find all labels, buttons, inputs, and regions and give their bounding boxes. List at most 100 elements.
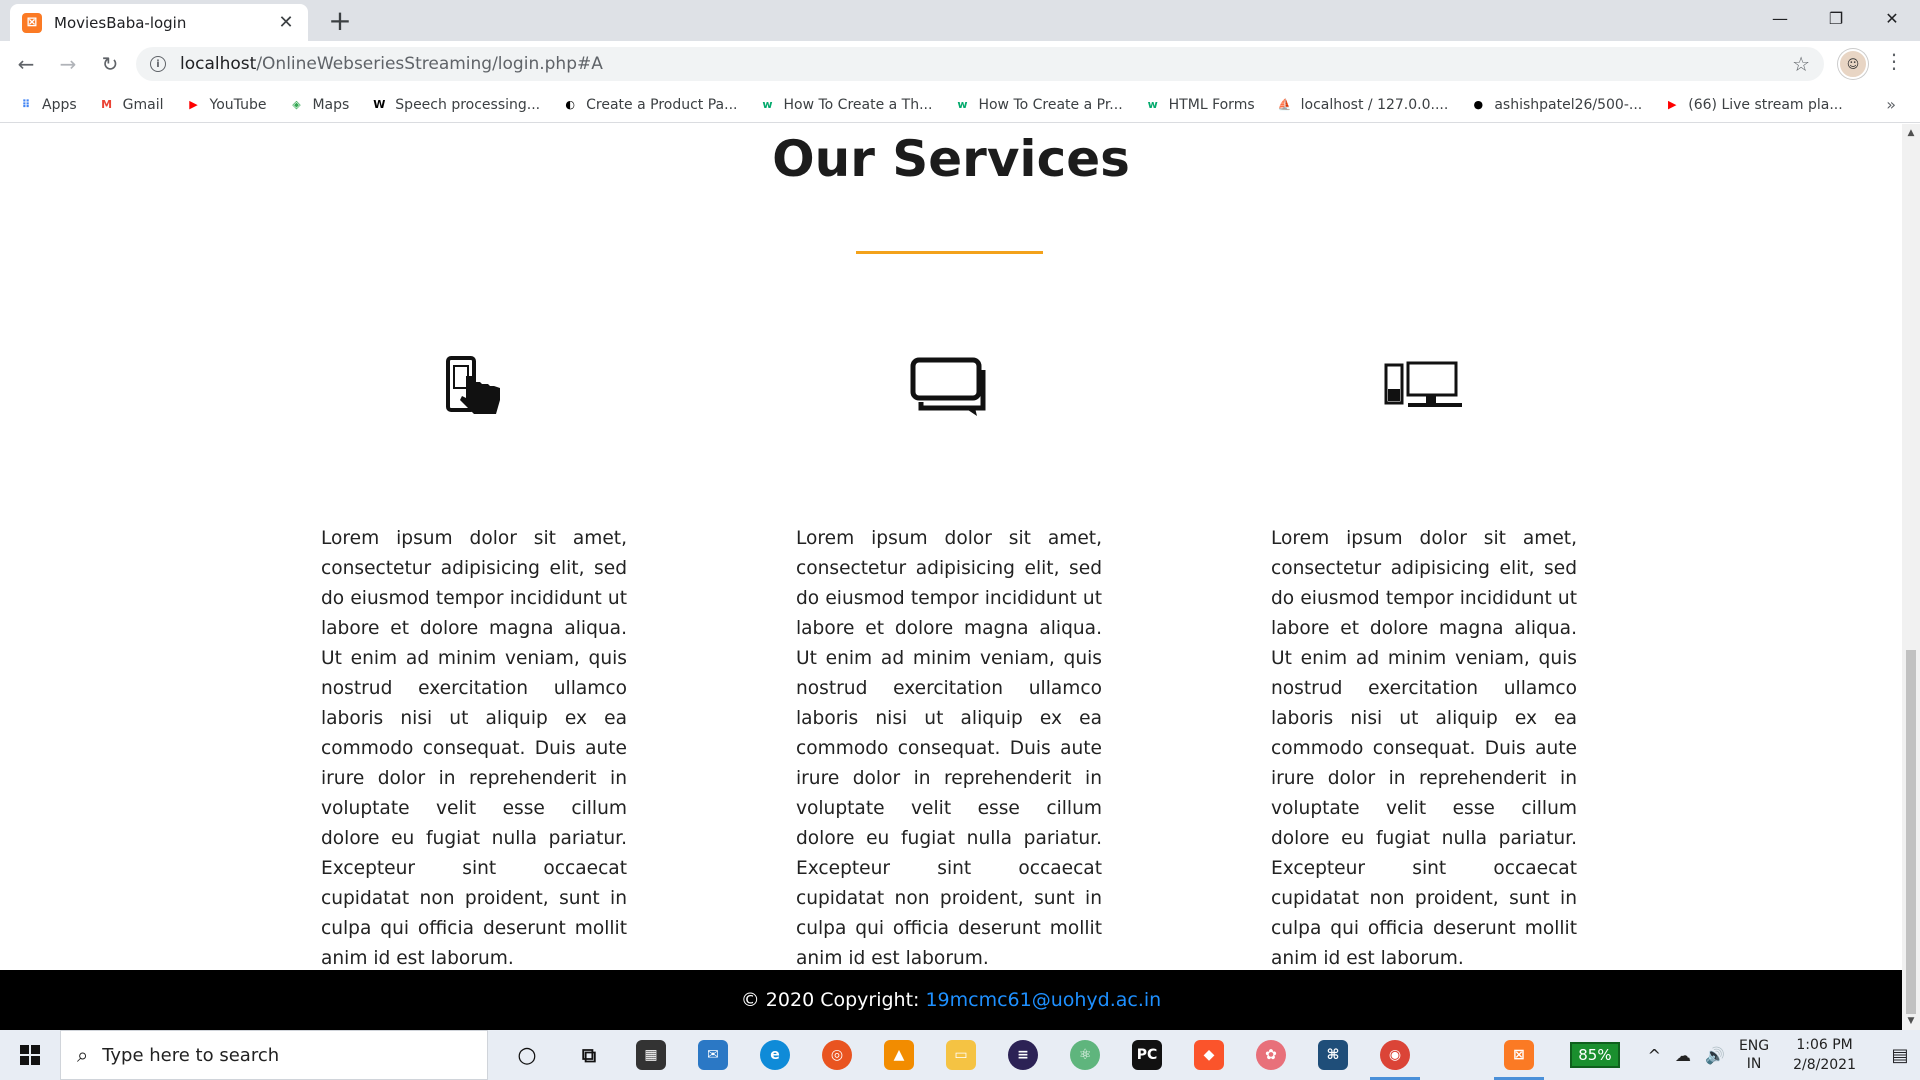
cortana-icon[interactable]: ○ — [496, 1030, 558, 1080]
chevron-up-icon[interactable]: ^ — [1648, 1046, 1661, 1065]
service-card: Lorem ipsum dolor sit amet, consectetur … — [1271, 354, 1577, 974]
clock-time: 1:06 PM — [1796, 1037, 1853, 1053]
scroll-up-icon[interactable]: ▲ — [1902, 126, 1920, 140]
bookmark-item[interactable]: ⛵ localhost / 127.0.0.... — [1277, 97, 1449, 113]
bookmark-item[interactable]: w HTML Forms — [1145, 97, 1255, 113]
bookmark-item[interactable]: ◈ Maps — [288, 97, 349, 113]
bookmark-label: Create a Product Pa... — [586, 96, 738, 113]
browser-toolbar: ← → ↻ i localhost/OnlineWebseriesStreami… — [0, 41, 1920, 87]
title-underline — [856, 251, 1043, 254]
bookmark-item[interactable]: w How To Create a Th... — [759, 97, 932, 113]
wikipedia-icon: W — [373, 98, 386, 111]
profile-avatar[interactable]: ☺ — [1838, 49, 1868, 79]
phpmyadmin-icon: ⛵ — [1277, 98, 1292, 111]
clock[interactable]: 1:06 PM 2/8/2021 — [1793, 1035, 1856, 1075]
bookmark-item[interactable]: ● ashishpatel26/500-... — [1470, 97, 1643, 113]
reload-button[interactable]: ↻ — [94, 48, 126, 80]
task-view-icon[interactable]: ⧉ — [558, 1030, 620, 1080]
bookmark-label: Apps — [42, 96, 77, 113]
atom-icon[interactable]: ⚛ — [1054, 1030, 1116, 1080]
bookmark-item[interactable]: ▶ (66) Live stream pla... — [1664, 97, 1843, 113]
edge-icon[interactable]: e — [744, 1030, 806, 1080]
bookmarks-overflow-icon[interactable]: » — [1886, 95, 1896, 114]
bookmark-label: localhost / 127.0.0.... — [1300, 96, 1449, 113]
site-info-icon[interactable]: i — [150, 56, 166, 72]
xampp-icon: ⊠ — [22, 12, 42, 33]
back-button[interactable]: ← — [10, 48, 42, 80]
mail-icon[interactable]: ✉ — [682, 1030, 744, 1080]
xampp-taskbar-icon[interactable]: ⊠ — [1488, 1030, 1550, 1080]
codepen-icon: ◐ — [565, 98, 575, 111]
address-bar[interactable]: i localhost/OnlineWebseriesStreaming/log… — [136, 47, 1824, 81]
taskbar-apps: ○ ⧉ ▦ ✉ e ◎ ▲ ▭ ≡ ⚛ PC ◆ ✿ ⌘ ◉ ⊠ — [496, 1030, 1550, 1080]
volume-icon[interactable]: 🔊 — [1705, 1046, 1725, 1065]
bookmark-label: How To Create a Th... — [783, 96, 933, 113]
taskbar-search[interactable]: ⌕ Type here to search — [60, 1030, 488, 1080]
ubuntu-icon[interactable]: ◎ — [806, 1030, 868, 1080]
service-card: Lorem ipsum dolor sit amet, consectetur … — [321, 354, 627, 974]
bookmarks-bar: ⠿ Apps M Gmail ▶ YouTube ◈ Maps W Speech processi… — [0, 87, 1920, 123]
bookmark-label: How To Create a Pr... — [978, 96, 1123, 113]
search-placeholder: Type here to search — [102, 1044, 280, 1066]
bookmark-label: YouTube — [209, 96, 267, 113]
battery-indicator[interactable]: 85% — [1570, 1042, 1620, 1068]
service-card: Lorem ipsum dolor sit amet, consectetur … — [796, 354, 1102, 974]
chat-bubbles-icon — [796, 354, 1102, 420]
tab-strip: ⊠ MoviesBaba-login ✕ + — ❐ ✕ — [0, 0, 1920, 41]
minimize-button[interactable]: — — [1752, 0, 1808, 36]
bookmark-item[interactable]: W Speech processing... — [371, 97, 540, 113]
bookmark-item[interactable]: ▶ YouTube — [186, 96, 267, 113]
youtube-icon: ▶ — [189, 98, 198, 111]
new-tab-button[interactable]: + — [325, 6, 355, 36]
notifications-icon[interactable]: ▤ — [1880, 1030, 1920, 1080]
tab-title: MoviesBaba-login — [54, 13, 187, 32]
onedrive-icon[interactable]: ☁ — [1675, 1046, 1691, 1065]
store-icon[interactable]: ▦ — [620, 1030, 682, 1080]
system-tray: 85% ^ ☁ 🔊 ENG IN 1:06 PM 2/8/2021 ▤ — [1570, 1030, 1920, 1080]
restore-button[interactable]: ❐ — [1808, 0, 1864, 36]
clock-date: 2/8/2021 — [1793, 1057, 1856, 1073]
file-explorer-icon[interactable]: ▭ — [930, 1030, 992, 1080]
bookmark-item[interactable]: ⠿ Apps — [18, 97, 77, 113]
lang-line2: IN — [1746, 1056, 1762, 1072]
youtube-icon: ▶ — [1668, 98, 1677, 111]
language-indicator[interactable]: ENG IN — [1739, 1037, 1769, 1073]
brave-icon[interactable]: ◆ — [1178, 1030, 1240, 1080]
bookmark-label: HTML Forms — [1168, 96, 1255, 113]
browser-tab[interactable]: ⊠ MoviesBaba-login ✕ — [10, 4, 308, 41]
vlc-icon[interactable]: ▲ — [868, 1030, 930, 1080]
gmail-icon: M — [101, 98, 113, 111]
brain-app-icon[interactable]: ✿ — [1240, 1030, 1302, 1080]
windows-taskbar: ⌕ Type here to search ○ ⧉ ▦ ✉ e ◎ ▲ ▭ ≡ … — [0, 1030, 1920, 1080]
touch-phone-icon — [321, 354, 627, 420]
maps-icon: ◈ — [292, 98, 301, 111]
bookmark-star-icon[interactable]: ☆ — [1792, 52, 1810, 76]
bookmark-item[interactable]: ◐ Create a Product Pa... — [562, 97, 737, 113]
bookmark-label: Gmail — [122, 96, 164, 113]
mysql-workbench-icon[interactable]: ⌘ — [1302, 1030, 1364, 1080]
w3schools-icon: w — [762, 98, 773, 111]
forward-button[interactable]: → — [52, 48, 84, 80]
w3schools-icon: w — [1147, 98, 1158, 111]
services-title: Our Services — [772, 130, 1130, 188]
start-button[interactable] — [0, 1030, 60, 1080]
scrollbar-thumb[interactable] — [1906, 650, 1916, 1014]
w3schools-icon: w — [957, 98, 968, 111]
bookmark-item[interactable]: M Gmail — [99, 96, 164, 113]
page-scrollbar[interactable]: ▲ ▼ — [1902, 124, 1920, 1030]
close-tab-icon[interactable]: ✕ — [276, 12, 296, 33]
footer-email-link[interactable]: 19mcmc61@uohyd.ac.in — [925, 989, 1161, 1011]
lang-line1: ENG — [1738, 1038, 1770, 1054]
url-path: /OnlineWebseriesStreaming/login.php#A — [256, 54, 603, 74]
chrome-icon[interactable]: ◉ — [1364, 1030, 1426, 1080]
browser-menu-icon[interactable]: ⋮ — [1882, 49, 1906, 73]
url-host: localhost — [180, 54, 257, 74]
close-window-button[interactable]: ✕ — [1864, 0, 1920, 36]
page-viewport: Our Services Lorem ipsum dolor sit amet,… — [0, 124, 1902, 1030]
eclipse-icon[interactable]: ≡ — [992, 1030, 1054, 1080]
service-description: Lorem ipsum dolor sit amet, consectetur … — [321, 528, 627, 969]
scroll-down-icon[interactable]: ▼ — [1902, 1014, 1920, 1028]
pycharm-icon[interactable]: PC — [1116, 1030, 1178, 1080]
bookmark-item[interactable]: w How To Create a Pr... — [954, 97, 1122, 113]
